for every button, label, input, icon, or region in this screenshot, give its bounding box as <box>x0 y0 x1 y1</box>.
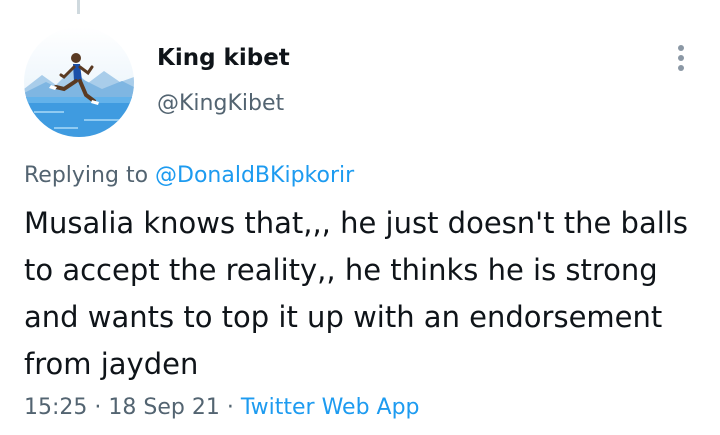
meta-separator: · <box>94 395 102 420</box>
more-options-icon[interactable] <box>664 40 698 80</box>
replying-to-line: Replying to @DonaldBKipkorir <box>24 160 354 192</box>
tweet-source-link[interactable]: Twitter Web App <box>241 395 420 420</box>
avatar[interactable] <box>24 27 134 137</box>
meta-separator: · <box>226 395 234 420</box>
author-display-name[interactable]: King kibet <box>157 42 290 74</box>
tweet-time[interactable]: 15:25 <box>24 395 87 420</box>
thread-connector-line <box>77 0 80 14</box>
tweet-date[interactable]: 18 Sep 21 <box>108 395 219 420</box>
runner-avatar-icon <box>24 27 134 137</box>
tweet-meta: 15:25 · 18 Sep 21 · Twitter Web App <box>24 392 420 424</box>
author-handle[interactable]: @KingKibet <box>157 89 284 119</box>
replying-to-label: Replying to <box>24 163 149 188</box>
tweet-text: Musalia knows that,,, he just doesn't th… <box>24 206 688 381</box>
reply-mention-link[interactable]: @DonaldBKipkorir <box>155 163 354 188</box>
